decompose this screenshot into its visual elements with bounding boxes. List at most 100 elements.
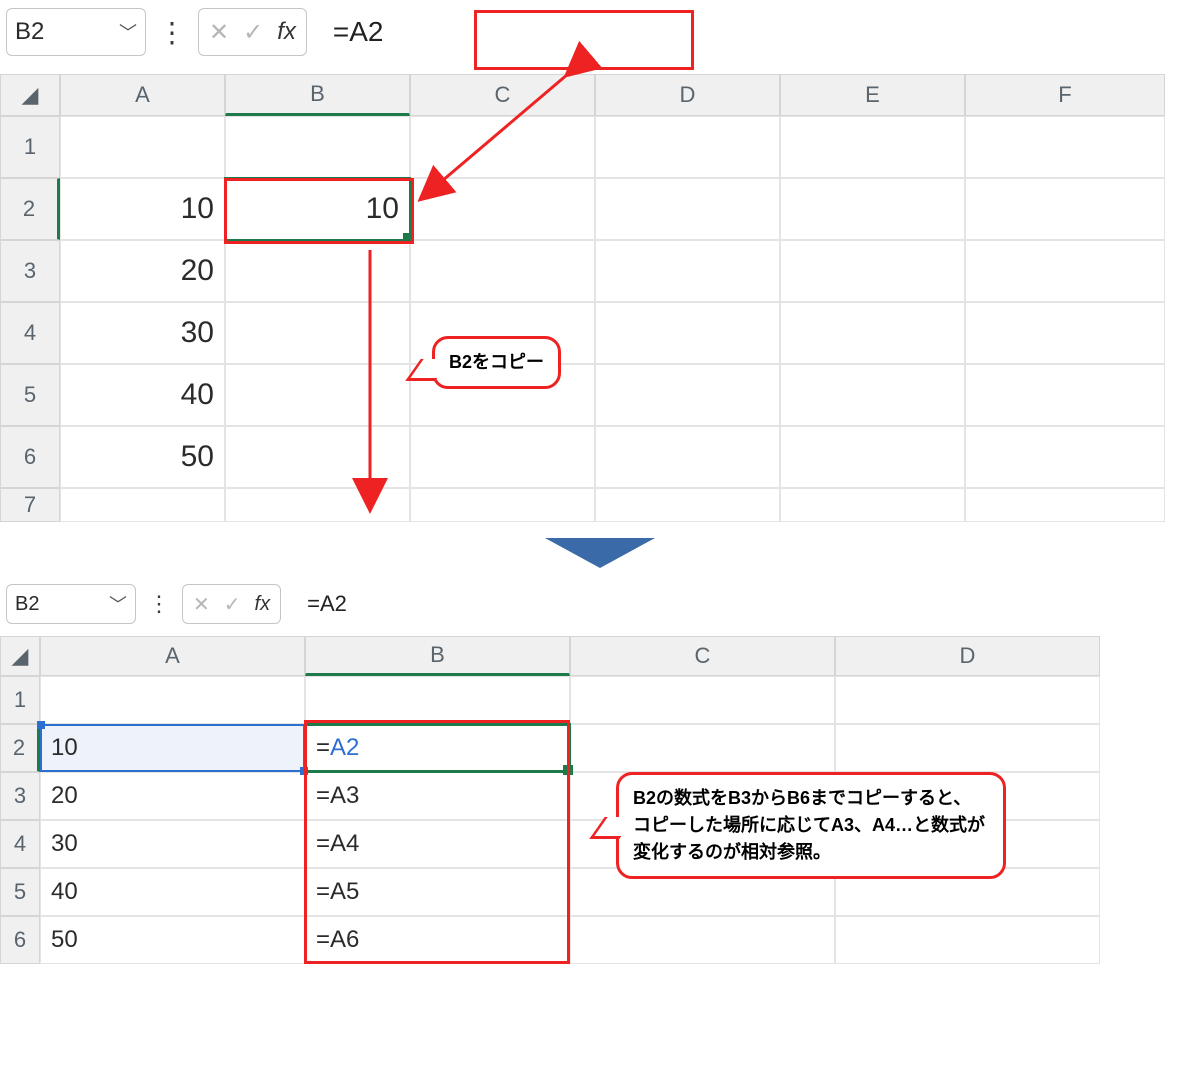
row-header-6[interactable]: 6: [0, 426, 60, 488]
row-header-6[interactable]: 6: [0, 916, 40, 964]
col-header-A[interactable]: A: [60, 74, 225, 116]
vertical-dots-icon[interactable]: ⋮: [144, 591, 174, 617]
cell-D5[interactable]: [595, 364, 780, 426]
fx-icon[interactable]: fx: [277, 18, 296, 46]
cell-C6[interactable]: [570, 916, 835, 964]
cell-B3[interactable]: [225, 240, 410, 302]
cell-D7[interactable]: [595, 488, 780, 522]
col-header-B[interactable]: B: [225, 74, 410, 116]
cell-C7[interactable]: [410, 488, 595, 522]
cell-D1[interactable]: [835, 676, 1100, 724]
col-header-C[interactable]: C: [410, 74, 595, 116]
cell-B2[interactable]: 10: [225, 178, 410, 240]
cell-E1[interactable]: [780, 116, 965, 178]
cell-A3[interactable]: 20: [60, 240, 225, 302]
col-header-E[interactable]: E: [780, 74, 965, 116]
formula-input[interactable]: =A2: [315, 8, 402, 56]
select-all-corner[interactable]: ◢: [0, 74, 60, 116]
cell-A5[interactable]: 40: [60, 364, 225, 426]
row-header-5[interactable]: 5: [0, 364, 60, 426]
cell-E6[interactable]: [780, 426, 965, 488]
grid[interactable]: ◢ A B C D 1 2 10 =A2 3 20 =A3 4 30 =A4 5…: [0, 636, 1200, 964]
cell-A1[interactable]: [40, 676, 305, 724]
cell-F1[interactable]: [965, 116, 1165, 178]
cancel-icon[interactable]: ✕: [209, 18, 229, 47]
fx-icon[interactable]: fx: [255, 593, 271, 616]
name-box[interactable]: B2 ﹀: [6, 584, 136, 624]
cell-A2[interactable]: 10: [60, 178, 225, 240]
cell-D1[interactable]: [595, 116, 780, 178]
select-all-corner[interactable]: ◢: [0, 636, 40, 676]
callout-text: B2をコピー: [449, 352, 544, 372]
cell-C6[interactable]: [410, 426, 595, 488]
confirm-icon[interactable]: ✓: [224, 592, 241, 617]
cell-D2[interactable]: [835, 724, 1100, 772]
row-header-2[interactable]: 2: [0, 724, 40, 772]
cell-C1[interactable]: [410, 116, 595, 178]
cell-F4[interactable]: [965, 302, 1165, 364]
cell-E5[interactable]: [780, 364, 965, 426]
cell-F2[interactable]: [965, 178, 1165, 240]
cell-F7[interactable]: [965, 488, 1165, 522]
vertical-dots-icon[interactable]: ⋮: [154, 16, 190, 49]
cell-A5[interactable]: 40: [40, 868, 305, 916]
row-header-5[interactable]: 5: [0, 868, 40, 916]
row-header-1[interactable]: 1: [0, 676, 40, 724]
cell-A4[interactable]: 30: [40, 820, 305, 868]
cell-D4[interactable]: [595, 302, 780, 364]
cell-E3[interactable]: [780, 240, 965, 302]
cell-A3[interactable]: 20: [40, 772, 305, 820]
col-header-D[interactable]: D: [835, 636, 1100, 676]
row-header-1[interactable]: 1: [0, 116, 60, 178]
cell-B5[interactable]: [225, 364, 410, 426]
confirm-icon[interactable]: ✓: [243, 18, 263, 47]
cell-B7[interactable]: [225, 488, 410, 522]
cell-B6[interactable]: [225, 426, 410, 488]
cell-C3[interactable]: [410, 240, 595, 302]
cell-A4[interactable]: 30: [60, 302, 225, 364]
cell-A2[interactable]: 10: [40, 724, 305, 772]
cell-E7[interactable]: [780, 488, 965, 522]
cancel-icon[interactable]: ✕: [193, 592, 210, 617]
row-header-4[interactable]: 4: [0, 302, 60, 364]
cell-D6[interactable]: [595, 426, 780, 488]
name-box[interactable]: B2 ﹀: [6, 8, 146, 56]
cell-F6[interactable]: [965, 426, 1165, 488]
cell-B1[interactable]: [305, 676, 570, 724]
cell-F3[interactable]: [965, 240, 1165, 302]
cell-B5[interactable]: =A5: [305, 868, 570, 916]
row-header-3[interactable]: 3: [0, 240, 60, 302]
cell-B2[interactable]: =A2: [305, 724, 570, 772]
cell-D6[interactable]: [835, 916, 1100, 964]
col-header-A[interactable]: A: [40, 636, 305, 676]
chevron-down-icon[interactable]: ﹀: [119, 19, 137, 45]
grid[interactable]: ◢ A B C D E F 1 2 10 10 3 20 4 30: [0, 74, 1200, 522]
row-header-3[interactable]: 3: [0, 772, 40, 820]
cell-E4[interactable]: [780, 302, 965, 364]
cell-D3[interactable]: [595, 240, 780, 302]
row-header-4[interactable]: 4: [0, 820, 40, 868]
cell-D2[interactable]: [595, 178, 780, 240]
cell-A1[interactable]: [60, 116, 225, 178]
cell-C1[interactable]: [570, 676, 835, 724]
row-header-2[interactable]: 2: [0, 178, 60, 240]
col-header-B[interactable]: B: [305, 636, 570, 676]
cell-B3[interactable]: =A3: [305, 772, 570, 820]
col-header-D[interactable]: D: [595, 74, 780, 116]
formula-input[interactable]: =A2: [289, 584, 365, 624]
cell-B4[interactable]: =A4: [305, 820, 570, 868]
cell-B6[interactable]: =A6: [305, 916, 570, 964]
col-header-F[interactable]: F: [965, 74, 1165, 116]
cell-B4[interactable]: [225, 302, 410, 364]
cell-C2[interactable]: [570, 724, 835, 772]
chevron-down-icon[interactable]: ﹀: [109, 591, 127, 617]
row-header-7[interactable]: 7: [0, 488, 60, 522]
col-header-C[interactable]: C: [570, 636, 835, 676]
cell-C2[interactable]: [410, 178, 595, 240]
cell-E2[interactable]: [780, 178, 965, 240]
cell-B1[interactable]: [225, 116, 410, 178]
cell-F5[interactable]: [965, 364, 1165, 426]
cell-A7[interactable]: [60, 488, 225, 522]
cell-A6[interactable]: 50: [40, 916, 305, 964]
cell-A6[interactable]: 50: [60, 426, 225, 488]
